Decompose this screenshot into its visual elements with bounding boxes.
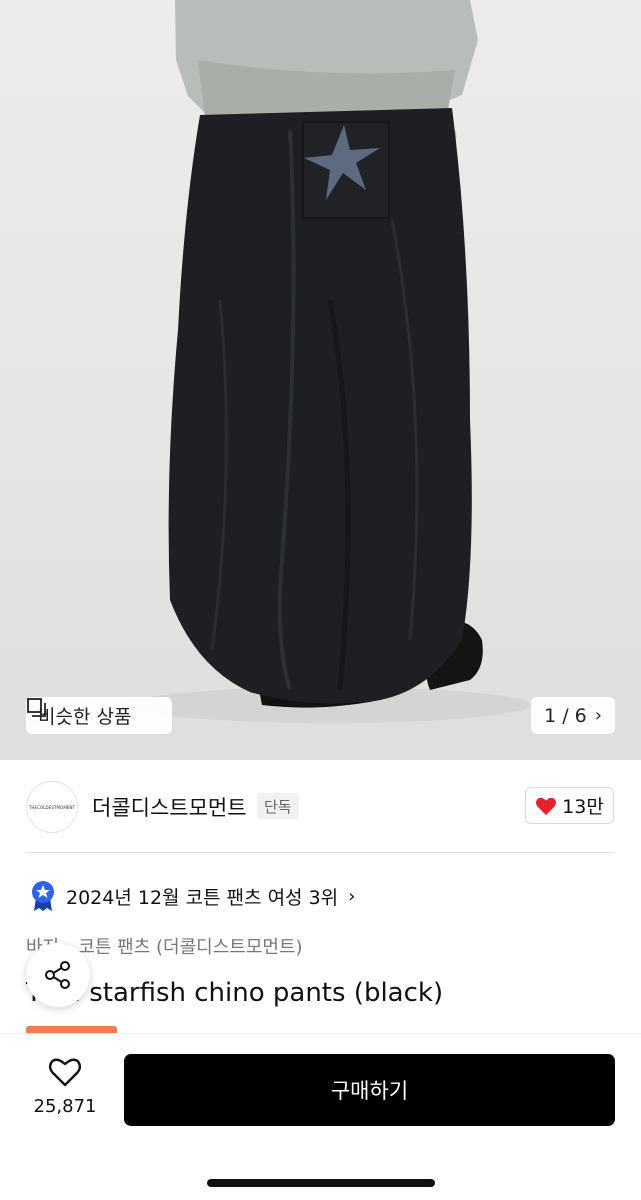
home-indicator: [207, 1179, 435, 1187]
ranking-medal-icon: [32, 881, 54, 911]
seller-name[interactable]: 더콜디스트모먼트: [92, 792, 247, 822]
heart-outline-icon: [48, 1058, 82, 1087]
brand-like-button[interactable]: 13만: [525, 787, 614, 824]
bottom-action-bar: 25,871 구매하기: [0, 1033, 641, 1200]
divider: [26, 852, 614, 853]
image-page-indicator[interactable]: 1 / 6 ›: [531, 697, 615, 734]
exclusive-badge: 단독: [257, 793, 299, 819]
breadcrumb-item-cotton-pants[interactable]: 코튼 팬츠 (더콜디스트모먼트): [78, 937, 302, 958]
share-icon: [45, 961, 70, 989]
wishlist-count: 25,871: [33, 1096, 97, 1117]
product-photo: [130, 0, 530, 723]
similar-items-icon: [27, 698, 46, 717]
buy-button[interactable]: 구매하기: [124, 1054, 615, 1126]
product-image-gallery[interactable]: 비슷한 상품 1 / 6 ›: [0, 0, 641, 760]
similar-products-button[interactable]: 비슷한 상품: [26, 697, 172, 734]
wishlist-button[interactable]: 25,871: [26, 1056, 104, 1117]
share-button[interactable]: [26, 943, 90, 1007]
ranking-link[interactable]: 2024년 12월 코튼 팬츠 여성 3위 ›: [30, 879, 355, 913]
seller-logo[interactable]: THECOLDESTMOMENT: [26, 781, 78, 833]
chevron-right-icon: ›: [594, 705, 602, 726]
seller-logo-text: THECOLDESTMOMENT: [28, 804, 76, 810]
page-indicator-text: 1 / 6: [544, 704, 587, 727]
chevron-right-icon: ›: [348, 885, 356, 907]
brand-like-count: 13만: [562, 796, 604, 818]
similar-products-label: 비슷한 상품: [38, 706, 132, 728]
seller-row: THECOLDESTMOMENT 더콜디스트모먼트 단독 13만: [0, 760, 641, 852]
heart-filled-icon: [536, 797, 557, 815]
ranking-text: 2024년 12월 코튼 팬츠 여성 3위: [66, 886, 339, 909]
